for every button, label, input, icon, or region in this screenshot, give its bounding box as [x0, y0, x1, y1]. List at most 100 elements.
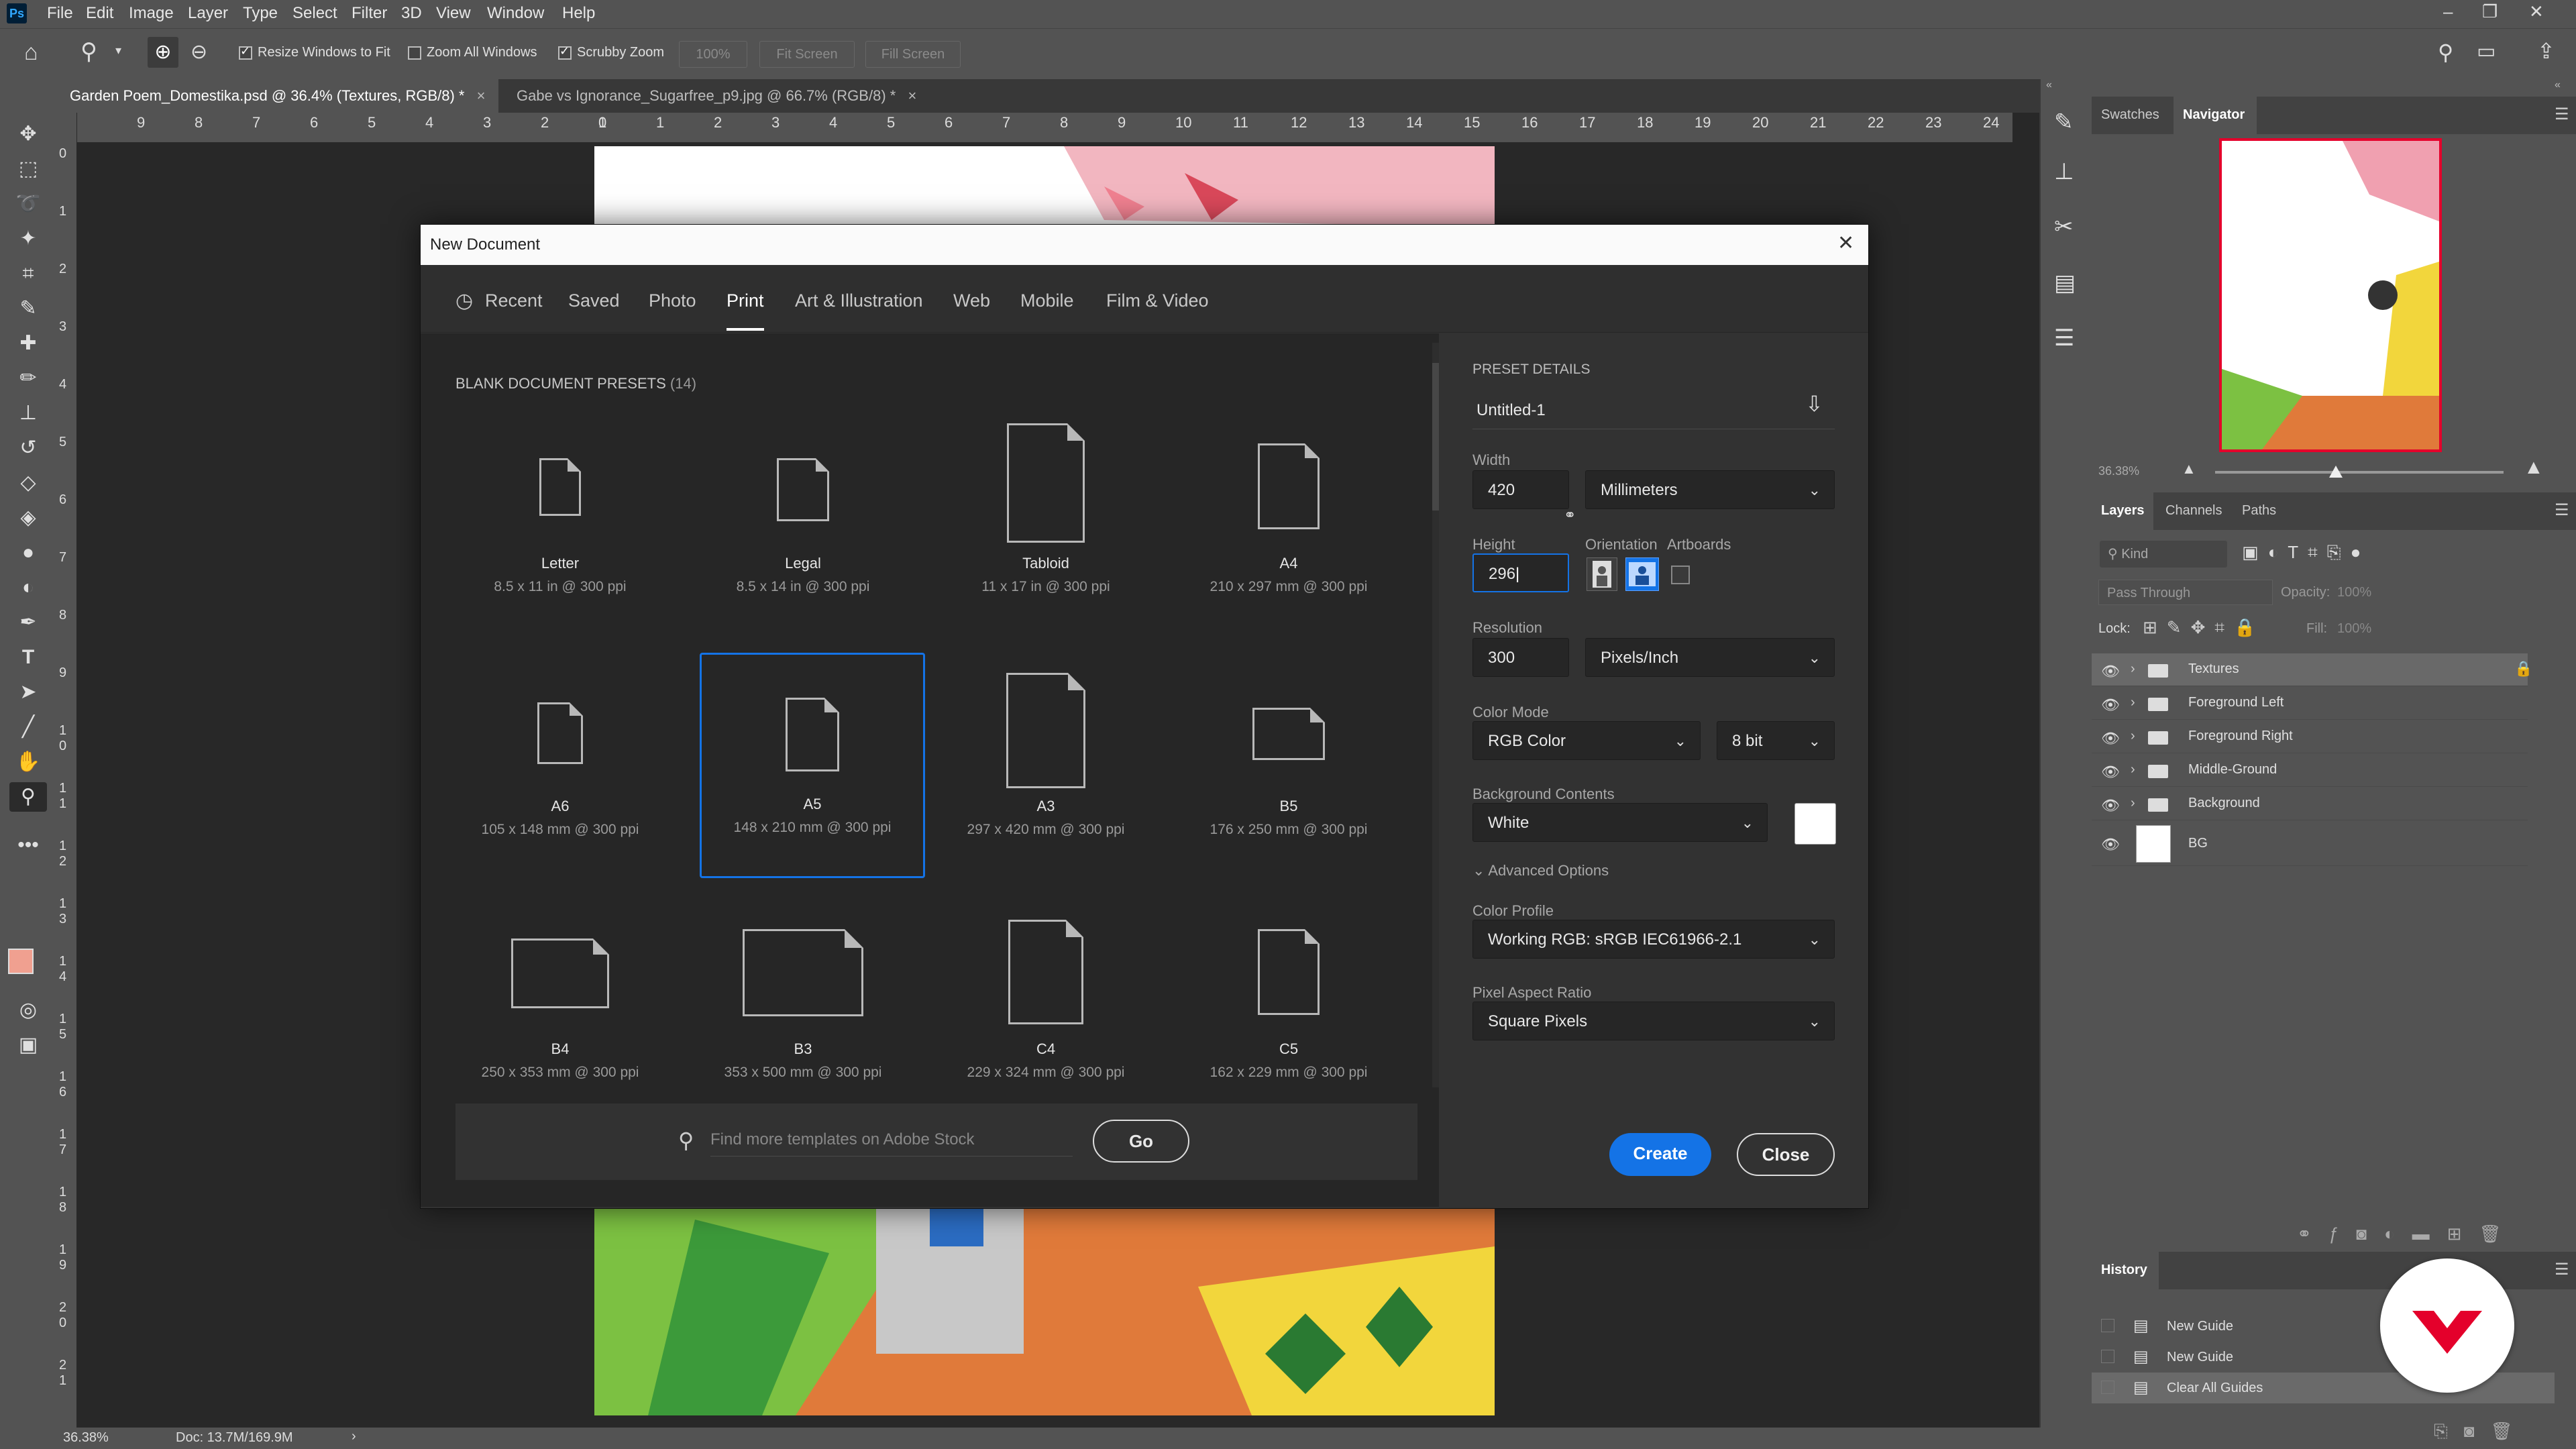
tab-channels[interactable]: Channels	[2165, 503, 2222, 519]
zoom-out-icon[interactable]: ⊖	[191, 37, 207, 68]
history-checkbox[interactable]	[2101, 1350, 2114, 1363]
scrollbar-thumb[interactable]	[1432, 363, 1439, 511]
preset-b4[interactable]: B4 250 x 353 mm @ 300 ppi	[439, 896, 681, 1117]
screen-mode-icon[interactable]: ▣	[9, 1030, 47, 1060]
height-input[interactable]: 296|	[1472, 553, 1569, 592]
close-tab-icon[interactable]: ×	[477, 87, 486, 104]
preset-a6[interactable]: A6 105 x 148 mm @ 300 ppi	[439, 653, 681, 874]
tab-web[interactable]: Web	[953, 290, 990, 311]
chevron-right-icon[interactable]: ›	[2131, 729, 2135, 744]
chevron-right-icon[interactable]: ›	[2131, 661, 2135, 677]
doc-tab-gabe-vs-ignorance[interactable]: Gabe vs Ignorance_Sugarfree_p9.jpg @ 66.…	[503, 79, 930, 113]
tab-swatches[interactable]: Swatches	[2101, 107, 2159, 123]
brush-tool-icon[interactable]: ✏	[9, 364, 47, 393]
eye-icon[interactable]: 👁	[2101, 730, 2120, 747]
workspace-icon[interactable]: ▭	[2477, 40, 2496, 63]
history-checkbox[interactable]	[2101, 1381, 2114, 1394]
zoom-all-windows-checkbox[interactable]: Zoom All Windows	[408, 45, 537, 60]
tab-layers[interactable]: Layers	[2101, 503, 2145, 519]
preset-legal[interactable]: Legal 8.5 x 14 in @ 300 ppi	[682, 410, 924, 631]
close-tab-icon[interactable]: ×	[908, 87, 916, 104]
layer-action-icons[interactable]: ⚭ƒ◙◐▬⊞🗑	[2297, 1224, 2518, 1244]
menu-help[interactable]: Help	[562, 4, 595, 23]
menu-filter[interactable]: Filter	[352, 4, 387, 23]
tab-art-illustration[interactable]: Art & Illustration	[795, 290, 923, 311]
paint-bucket-tool-icon[interactable]: ◈	[9, 503, 47, 533]
zoom-tool-icon[interactable]: ⚲	[80, 38, 97, 65]
panel-menu-icon[interactable]: ☰	[2555, 105, 2569, 124]
blend-mode-dropdown[interactable]: Pass Through	[2098, 580, 2273, 605]
background-contents-dropdown[interactable]: White ⌄	[1472, 803, 1768, 842]
background-color-swatch[interactable]	[1794, 803, 1836, 845]
close-window-icon[interactable]: ✕	[2529, 1, 2544, 22]
save-preset-icon[interactable]: ⇩	[1805, 391, 1823, 417]
scrubby-zoom-checkbox[interactable]: Scrubby Zoom	[558, 44, 664, 60]
layer-textures[interactable]: 👁 › Textures 🔒	[2092, 653, 2532, 686]
tab-mobile[interactable]: Mobile	[1020, 290, 1074, 311]
blur-tool-icon[interactable]: ●	[9, 538, 47, 568]
portrait-orientation-icon[interactable]	[1587, 557, 1617, 591]
layer-background[interactable]: 👁 › Background	[2092, 788, 2528, 820]
zoom-out-mountain-icon[interactable]: ▲	[2182, 460, 2196, 478]
presets-scrollbar[interactable]	[1432, 343, 1439, 1087]
collapse-panels-icon[interactable]: «	[2046, 79, 2052, 91]
preset-a3[interactable]: A3 297 x 420 mm @ 300 ppi	[925, 653, 1167, 874]
tab-paths[interactable]: Paths	[2242, 503, 2276, 519]
chevron-right-icon[interactable]: ›	[2131, 796, 2135, 811]
more-tools-icon[interactable]: •••	[9, 830, 47, 860]
layer-filter-icons[interactable]: ▣◐T⌗⎘●	[2242, 542, 2370, 564]
resolution-unit-dropdown[interactable]: Pixels/Inch ⌄	[1585, 638, 1835, 677]
collapse-icon[interactable]: «	[2555, 79, 2561, 91]
tool-presets-icon[interactable]: ✂	[2054, 213, 2074, 240]
panel-menu-icon[interactable]: ☰	[2555, 500, 2569, 520]
menu-window[interactable]: Window	[487, 4, 544, 23]
home-icon[interactable]: ⌂	[24, 40, 38, 66]
artboards-checkbox[interactable]	[1671, 566, 1690, 584]
chevron-right-icon[interactable]: ›	[2131, 762, 2135, 777]
menu-layer[interactable]: Layer	[188, 4, 228, 23]
document-name-input[interactable]: Untitled-1	[1472, 392, 1835, 429]
line-tool-icon[interactable]: ╱	[9, 712, 47, 742]
menu-edit[interactable]: Edit	[86, 4, 113, 23]
menu-image[interactable]: Image	[129, 4, 174, 23]
chevron-down-icon[interactable]: ▾	[115, 44, 121, 58]
eye-icon[interactable]: 👁	[2101, 836, 2120, 853]
eraser-tool-icon[interactable]: ◇	[9, 468, 47, 498]
width-input[interactable]: 420	[1472, 470, 1569, 509]
tab-print[interactable]: Print	[727, 290, 764, 311]
menu-select[interactable]: Select	[292, 4, 337, 23]
type-tool-icon[interactable]: T	[9, 643, 47, 672]
create-button[interactable]: Create	[1609, 1133, 1711, 1176]
eyedropper-tool-icon[interactable]: ✎	[9, 294, 47, 323]
color-profile-dropdown[interactable]: Working RGB: sRGB IEC61966-2.1 ⌄	[1472, 920, 1835, 959]
zoom-percent-field[interactable]: 100%	[679, 41, 747, 68]
zoom-tool-active-icon[interactable]: ⚲	[9, 782, 47, 812]
navigator-zoom-slider[interactable]	[2215, 471, 2504, 474]
fill-screen-button[interactable]: Fill Screen	[865, 41, 961, 68]
layer-middle-ground[interactable]: 👁 › Middle-Ground	[2092, 754, 2528, 787]
advanced-options-toggle[interactable]: ⌄ Advanced Options	[1472, 862, 1609, 879]
width-unit-dropdown[interactable]: Millimeters ⌄	[1585, 470, 1835, 509]
resolution-input[interactable]: 300	[1472, 638, 1569, 677]
navigator-zoom-value[interactable]: 36.38%	[2098, 464, 2139, 478]
menu-type[interactable]: Type	[243, 4, 278, 23]
marquee-tool-icon[interactable]: ⬚	[9, 154, 47, 184]
color-mode-dropdown[interactable]: RGB Color ⌄	[1472, 721, 1701, 760]
preset-tabloid[interactable]: Tabloid 11 x 17 in @ 300 ppi	[925, 410, 1167, 631]
hand-tool-icon[interactable]: ✋	[9, 747, 47, 777]
preset-b5[interactable]: B5 176 x 250 mm @ 300 ppi	[1168, 653, 1409, 874]
layer-foreground-right[interactable]: 👁 › Foreground Right	[2092, 720, 2528, 753]
eye-icon[interactable]: 👁	[2101, 663, 2120, 680]
lock-icons[interactable]: ⊞✎✥⌗🔒	[2143, 617, 2265, 639]
properties-icon[interactable]: ☰	[2054, 325, 2074, 352]
menu-file[interactable]: File	[47, 4, 73, 23]
menu-view[interactable]: View	[436, 4, 471, 23]
navigator-thumbnail[interactable]	[2219, 138, 2442, 452]
search-icon[interactable]: ⚲	[2438, 40, 2453, 65]
menu-3d[interactable]: 3D	[401, 4, 422, 23]
share-icon[interactable]: ⇪	[2537, 38, 2555, 64]
resize-windows-checkbox[interactable]: Resize Windows to Fit	[239, 44, 390, 60]
opacity-value[interactable]: 100%	[2337, 585, 2371, 600]
lasso-tool-icon[interactable]: ➰	[9, 189, 47, 219]
move-tool-icon[interactable]: ✥	[9, 119, 47, 149]
